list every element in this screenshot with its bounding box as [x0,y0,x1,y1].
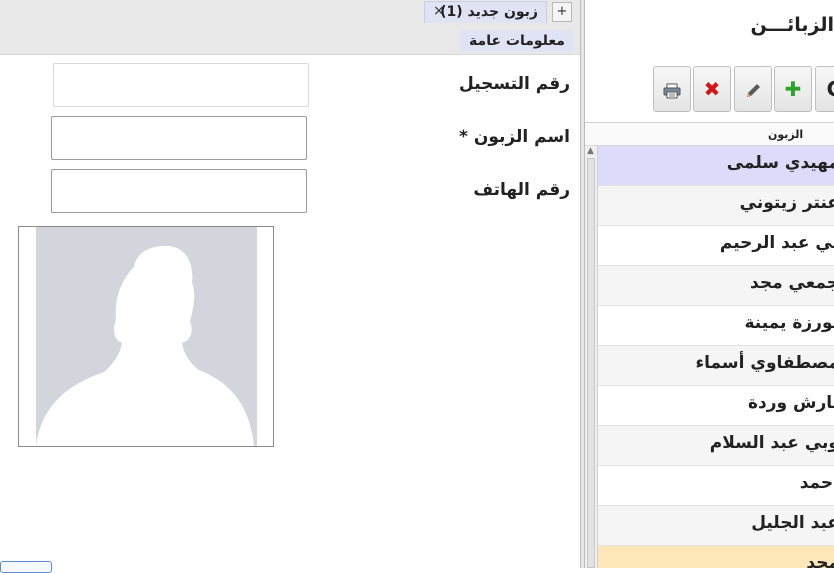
list-item[interactable]: بورزة يمينة [598,306,834,346]
document-tab-bar: زبون جديد (1) × + [0,0,580,27]
refresh-icon: C [827,77,834,101]
list-item[interactable]: مصطفاوي أسماء [598,346,834,386]
avatar-placeholder-icon [36,227,257,446]
list-item[interactable]: ني عبد الرحيم [598,226,834,266]
customer-name: مجد [806,553,834,568]
green-plus-icon: ✚ [784,77,802,101]
scroll-up-icon[interactable]: ▲ [587,146,594,156]
list-item[interactable]: بارش وردة [598,386,834,426]
column-header-label: الزبون [768,128,804,141]
phone-number-label: رقم الهاتف [473,180,570,200]
registration-number-field[interactable] [53,63,309,107]
edit-button[interactable] [734,66,772,112]
tab-new-customer[interactable]: زبون جديد (1) × [424,1,547,23]
close-icon[interactable]: × [433,3,445,19]
list-item[interactable]: مجد [598,546,834,568]
registration-number-label: رقم التسجيل [459,74,570,94]
section-tab-bar: معلومات عامة [0,27,580,55]
customer-name: وبي عبد السلام [709,433,834,453]
delete-button[interactable]: ✖ [693,66,731,112]
tab-general-info[interactable]: معلومات عامة [460,30,574,52]
customer-name: عنتر زيتوني [739,193,834,213]
customer-list-pane: الزبائـــن ✖ ✚ C الزبون ▲ مهيدي سلمى عنت… [585,0,834,568]
save-button[interactable] [0,561,52,573]
list-item[interactable]: أحمد [598,466,834,506]
customer-list: مهيدي سلمى عنتر زيتوني ني عبد الرحيم جمع… [598,146,834,568]
customer-name: جمعي مجد [750,273,834,293]
add-button[interactable]: ✚ [774,66,812,112]
customer-name: مصطفاوي أسماء [695,353,834,373]
customer-name: بورزة يمينة [744,313,834,333]
customer-name: عبد الجليل [751,513,834,533]
column-header-customer[interactable]: الزبون [585,122,834,146]
page-title: الزبائـــن [750,14,834,36]
print-button[interactable] [653,66,691,112]
list-item[interactable]: وبي عبد السلام [598,426,834,466]
customer-name: ني عبد الرحيم [719,233,834,253]
red-x-icon: ✖ [703,77,721,101]
list-item[interactable]: جمعي مجد [598,266,834,306]
printer-icon [663,83,681,98]
customer-name: أحمد [799,473,834,493]
customer-form-pane: زبون جديد (1) × + معلومات عامة رقم التسج… [0,0,580,573]
list-scrollbar[interactable]: ▲ [585,146,598,568]
list-item[interactable]: عبد الجليل [598,506,834,546]
refresh-button[interactable]: C [815,66,834,112]
list-item[interactable]: عنتر زيتوني [598,186,834,226]
customer-name-label: اسم الزبون * [459,127,570,147]
customer-name-field[interactable] [51,116,307,160]
customer-photo[interactable] [18,226,274,447]
scrollbar-thumb[interactable] [587,158,595,568]
customer-name: مهيدي سلمى [726,153,834,173]
tab-new-customer-label: زبون جديد (1) [440,4,538,20]
customer-name: بارش وردة [747,393,834,413]
phone-number-field[interactable] [51,169,307,213]
add-tab-button[interactable]: + [552,2,572,22]
list-item[interactable]: مهيدي سلمى [598,146,834,186]
pencil-icon [747,83,760,97]
